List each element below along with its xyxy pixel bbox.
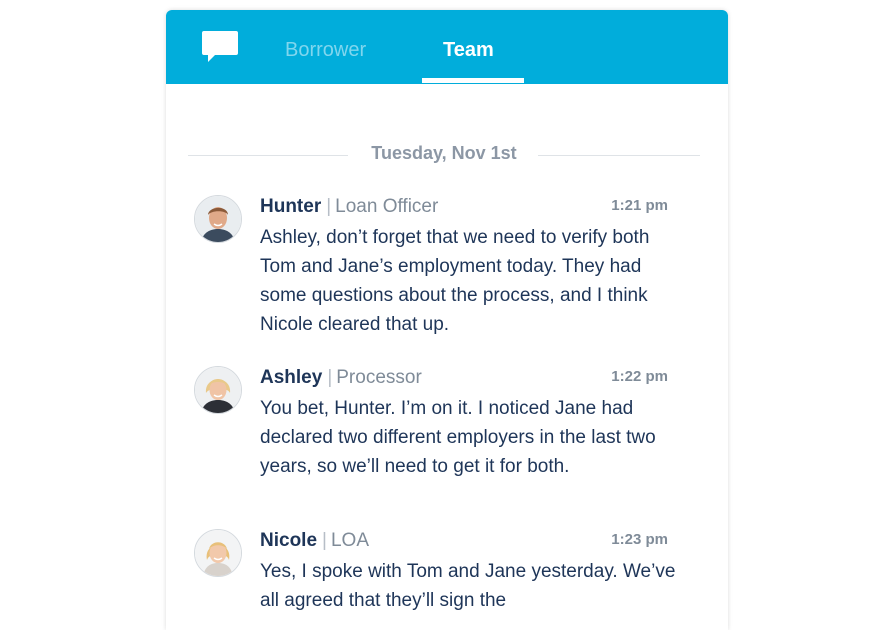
day-label: Tuesday, Nov 1st: [371, 143, 517, 163]
chat-bubble-icon[interactable]: [202, 31, 238, 64]
day-separator: Tuesday, Nov 1st: [188, 143, 700, 169]
sender-role: Processor: [336, 367, 422, 388]
name-divider: |: [322, 530, 327, 551]
sender-name: Nicole: [260, 530, 318, 551]
tab-team[interactable]: Team: [443, 38, 494, 62]
message-time: 1:23 pm: [611, 531, 668, 548]
chat-panel: Borrower Team Tuesday, Nov 1st Hunter | Lo…: [166, 10, 728, 630]
message-time: 1:22 pm: [611, 368, 668, 385]
female-avatar-icon: [195, 367, 241, 413]
sender-line: Hunter | Loan Officer: [260, 195, 438, 219]
avatar[interactable]: [194, 195, 242, 243]
sender-line: Nicole | LOA: [260, 529, 369, 553]
name-divider: |: [326, 196, 332, 217]
sender-name: Hunter: [260, 196, 322, 217]
female-avatar-icon: [195, 530, 241, 576]
sender-line: Ashley | Processor: [260, 366, 422, 390]
sender-name: Ashley: [260, 367, 323, 388]
message-text: Ashley, don’t forget that we need to ver…: [260, 227, 650, 335]
message-item: Nicole | LOA 1:23 pm Yes, I spoke with Tom…: [194, 529, 675, 630]
message-time: 1:21 pm: [611, 197, 668, 214]
avatar[interactable]: [194, 529, 242, 577]
sender-role: LOA: [330, 530, 369, 551]
message-text: You bet, Hunter. I’m on it. I noticed Ja…: [260, 398, 656, 477]
male-avatar-icon: [195, 196, 241, 242]
sender-role: Loan Officer: [335, 196, 439, 217]
message-item: Ashley | Processor 1:22 pm You bet, Hunter…: [194, 366, 674, 496]
avatar[interactable]: [194, 366, 242, 414]
message-item: Hunter | Loan Officer 1:21 pm Ashley, don’…: [194, 195, 674, 345]
message-text: Yes, I spoke with Tom and Jane yesterday…: [260, 561, 676, 611]
name-divider: |: [327, 367, 333, 388]
active-tab-indicator: [422, 78, 524, 83]
tab-borrower[interactable]: Borrower: [285, 38, 366, 62]
chat-header: Borrower Team: [166, 10, 728, 84]
